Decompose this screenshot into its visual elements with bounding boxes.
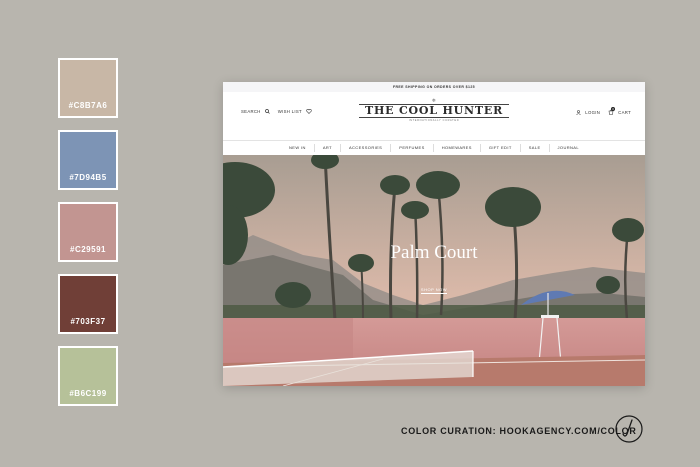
promo-bar: FREE SHIPPING ON ORDERS OVER $125 (223, 82, 645, 92)
cart-link[interactable]: CART (618, 110, 631, 115)
main-nav: NEW IN ART ACCESSORIES PERFUMES HOMEWARE… (223, 140, 645, 156)
swatch-1-label: #C8B7A6 (68, 101, 108, 110)
hook-logo-icon (615, 415, 643, 443)
cart-count-badge: 0 (611, 107, 616, 111)
website-mockup: FREE SHIPPING ON ORDERS OVER $125 SEARCH… (223, 82, 645, 386)
swatch-2: #7D94B5 (58, 130, 118, 190)
shop-now-label: SHOP NOW (420, 287, 448, 294)
swatch-4-label: #703F37 (70, 317, 106, 326)
nav-item-gift-edit[interactable]: GIFT EDIT (481, 144, 521, 152)
nav-item-perfumes[interactable]: PERFUMES (391, 144, 434, 152)
swatch-5-label: #B6C199 (69, 389, 107, 398)
hero-image (223, 155, 645, 386)
hero-banner[interactable]: Palm Court SHOP NOW (223, 155, 645, 386)
nav-item-sale[interactable]: SALE (521, 144, 550, 152)
logo-subtitle: INTERNATIONALLY CURATED (408, 119, 460, 122)
swatch-3: #C29591 (58, 202, 118, 262)
swatch-2-label: #7D94B5 (69, 173, 107, 182)
swatch-3-label: #C29591 (70, 245, 106, 254)
credit-text: COLOR CURATION: HOOKAGENCY.COM/COLOR (401, 426, 637, 436)
swatch-1: #C8B7A6 (58, 58, 118, 118)
nav-item-new-in[interactable]: NEW IN (281, 144, 315, 152)
nav-item-homewares[interactable]: HOMEWARES (434, 144, 481, 152)
hero-title: Palm Court (390, 242, 478, 263)
nav-item-accessories[interactable]: ACCESSORIES (341, 144, 392, 152)
user-icon[interactable] (576, 109, 582, 115)
utility-bar: SEARCH WISH LIST ❅ THE COOL HUNTER INTER… (223, 92, 645, 122)
nav-item-art[interactable]: ART (315, 144, 341, 152)
logo-text: THE COOL HUNTER (358, 104, 510, 118)
swatch-4: #703F37 (58, 274, 118, 334)
swatch-5: #B6C199 (58, 346, 118, 406)
shop-now-button[interactable]: SHOP NOW (223, 287, 645, 294)
login-link[interactable]: LOGIN (585, 110, 600, 115)
nav-item-journal[interactable]: JOURNAL (550, 144, 587, 152)
